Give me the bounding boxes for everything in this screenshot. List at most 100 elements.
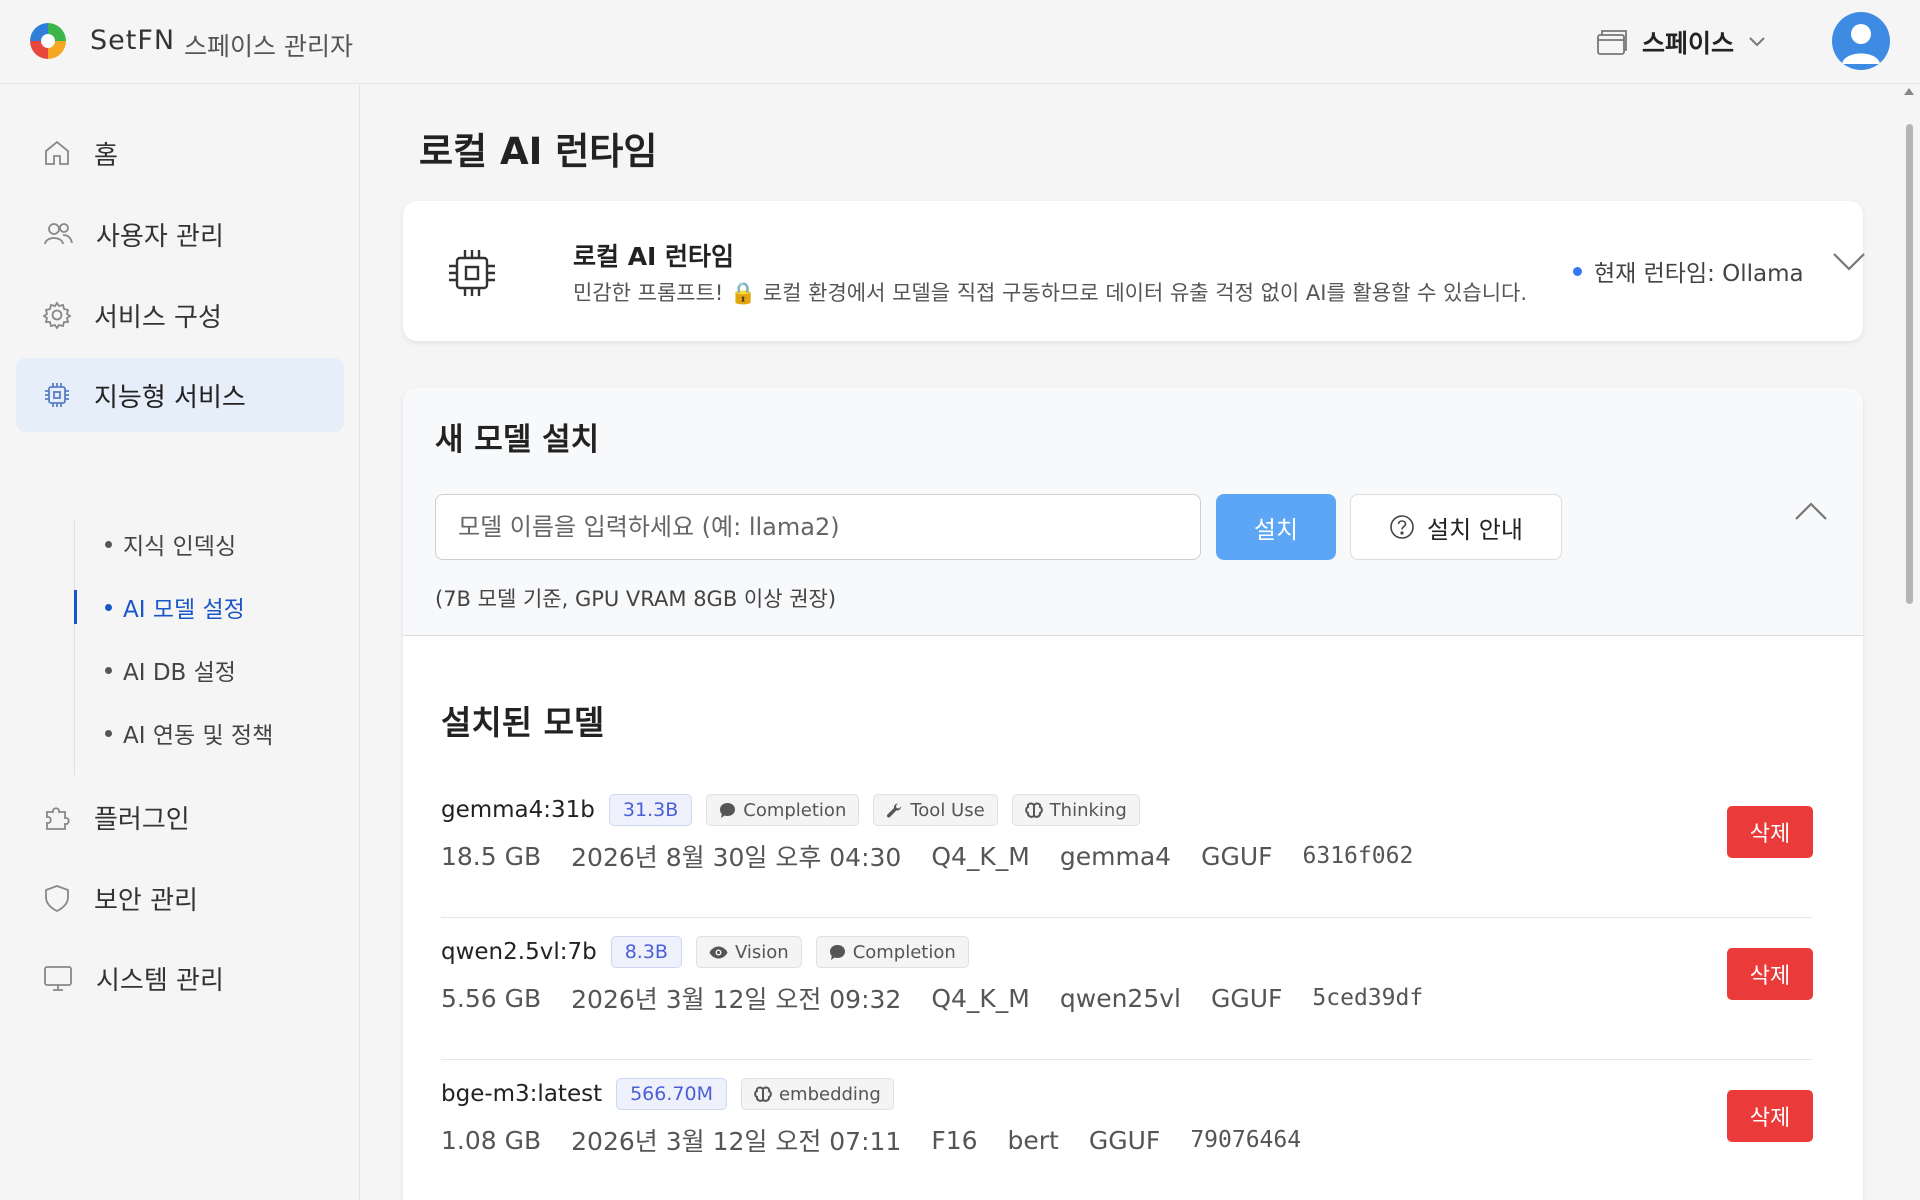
- submenu-item-ai-db-settings[interactable]: AI DB 설정: [75, 645, 335, 695]
- capability-badge: Tool Use: [873, 794, 998, 826]
- install-hint: (7B 모델 기준, GPU VRAM 8GB 이상 권장): [435, 587, 837, 611]
- capability-label: Completion: [743, 799, 847, 821]
- delete-model-button[interactable]: 삭제: [1727, 948, 1813, 1000]
- param-size-badge: 566.70M: [616, 1078, 727, 1110]
- param-size-badge: 31.3B: [608, 794, 693, 826]
- chip-icon: [45, 383, 69, 407]
- help-circle-icon: [1390, 515, 1414, 539]
- capability-badge: Thinking: [1011, 794, 1140, 826]
- install-section: 새 모델 설치 설치 설치 안내 (7B 모델 기준, GPU VRAM 8GB…: [403, 388, 1863, 636]
- model-digest: 5ced39df: [1312, 985, 1424, 1011]
- model-name-input[interactable]: [435, 494, 1201, 560]
- app-subtitle: 스페이스 관리자: [184, 32, 353, 61]
- submenu-item-ai-integration-policy[interactable]: AI 연동 및 정책: [75, 708, 335, 758]
- sidebar-item-label: 시스템 관리: [96, 965, 224, 996]
- sidebar-item-label: 홈: [94, 140, 118, 171]
- brand-name: SetFN: [90, 25, 176, 56]
- gear-icon: [42, 301, 72, 330]
- users-icon: [44, 223, 73, 245]
- model-format: GGUF: [1088, 1125, 1161, 1155]
- status-dot: [1573, 266, 1582, 276]
- param-size-badge: 8.3B: [610, 936, 682, 968]
- window-icon: [1597, 30, 1627, 55]
- install-button[interactable]: 설치: [1216, 494, 1336, 560]
- model-format: GGUF: [1210, 983, 1283, 1013]
- capability-label: Tool Use: [910, 799, 985, 821]
- scrollbar-thumb[interactable]: [1906, 124, 1913, 604]
- model-digest: 79076464: [1190, 1127, 1302, 1153]
- brain-icon: [754, 1086, 772, 1102]
- install-card: 새 모델 설치 설치 설치 안내 (7B 모델 기준, GPU VRAM 8GB…: [403, 388, 1863, 1200]
- scroll-up-arrow[interactable]: [1904, 88, 1914, 95]
- capability-badge: Completion: [815, 936, 969, 968]
- model-meta: 18.5 GB 2026년 8월 30일 오후 04:30 Q4_K_M gem…: [441, 838, 1413, 874]
- runtime-card: 로컬 AI 런타임 민감한 프롬프트! 🔒 로컬 환경에서 모델을 직접 구동하…: [403, 201, 1865, 341]
- model-format: GGUF: [1201, 841, 1273, 871]
- capability-label: Completion: [852, 941, 956, 963]
- chat-icon: [829, 944, 845, 960]
- sidebar-item-label: 플러그인: [94, 804, 190, 835]
- model-family: bert: [1007, 1125, 1059, 1155]
- submenu-item-label: AI 모델 설정: [123, 597, 245, 623]
- runtime-description: 민감한 프롬프트! 🔒 로컬 환경에서 모델을 직접 구동하므로 데이터 유출 …: [573, 281, 1528, 305]
- sidebar-item-users[interactable]: 사용자 관리: [16, 197, 344, 271]
- submenu-item-knowledge-indexing[interactable]: 지식 인덱싱: [75, 519, 335, 569]
- capability-label: embedding: [778, 1083, 881, 1105]
- sidebar-item-plugins[interactable]: 플러그인: [16, 780, 344, 854]
- model-name: bge-m3:latest: [441, 1081, 603, 1107]
- install-guide-label: 설치 안내: [1427, 515, 1523, 544]
- sidebar-item-system[interactable]: 시스템 관리: [16, 941, 344, 1015]
- capability-label: Vision: [734, 941, 789, 963]
- intelligent-services-submenu: 지식 인덱싱 AI 모델 설정 AI DB 설정 AI 연동 및 정책: [74, 519, 334, 775]
- capability-badge: Completion: [706, 794, 860, 826]
- chat-icon: [720, 802, 736, 818]
- model-quantization: F16: [931, 1125, 978, 1155]
- model-name: qwen2.5vl:7b: [441, 939, 597, 965]
- model-date: 2026년 8월 30일 오후 04:30: [571, 843, 902, 872]
- install-guide-button[interactable]: 설치 안내: [1350, 494, 1562, 560]
- submenu-item-label: AI 연동 및 정책: [123, 723, 274, 749]
- model-row: qwen2.5vl:7b 8.3B Vision Completion 5.56…: [441, 918, 1813, 1060]
- capability-label: Thinking: [1049, 799, 1127, 821]
- chevron-up-icon[interactable]: [1793, 500, 1829, 522]
- model-quantization: Q4_K_M: [931, 983, 1030, 1013]
- chip-icon: [449, 250, 495, 296]
- delete-model-button[interactable]: 삭제: [1727, 1090, 1813, 1142]
- model-name: gemma4:31b: [441, 797, 595, 823]
- user-avatar-icon[interactable]: [1832, 12, 1890, 70]
- sidebar-item-label: 서비스 구성: [94, 302, 222, 333]
- home-icon: [45, 140, 69, 165]
- capability-badge: Vision: [695, 936, 802, 968]
- model-digest: 6316f062: [1302, 843, 1414, 869]
- runtime-status: 현재 런타임: Ollama: [1573, 254, 1804, 288]
- runtime-title: 로컬 AI 런타임: [573, 242, 735, 271]
- model-meta: 5.56 GB 2026년 3월 12일 오전 09:32 Q4_K_M qwe…: [441, 980, 1423, 1016]
- sidebar-item-services[interactable]: 서비스 구성: [16, 278, 344, 352]
- installed-models-title: 설치된 모델: [441, 703, 605, 742]
- chevron-down-icon[interactable]: [1831, 251, 1867, 273]
- main-content: 로컬 AI 런타임 로컬 AI 런타임 민감한 프롬프트! 🔒 로컬 환경에서 …: [361, 85, 1920, 1200]
- top-header: SetFN 스페이스 관리자 스페이스: [0, 0, 1920, 84]
- wrench-icon: [887, 803, 902, 818]
- sidebar: 홈 사용자 관리 서비스 구성 지능형 서비스 지식 인덱싱 AI 모델 설정 …: [0, 85, 360, 1200]
- sidebar-item-intelligent-services[interactable]: 지능형 서비스: [16, 358, 344, 432]
- eye-icon: [709, 946, 728, 958]
- model-size: 1.08 GB: [441, 1125, 542, 1155]
- space-switcher[interactable]: 스페이스: [1596, 22, 1766, 62]
- logo-icon[interactable]: [28, 21, 68, 61]
- delete-model-button[interactable]: 삭제: [1727, 806, 1813, 858]
- sidebar-item-label: 지능형 서비스: [94, 382, 246, 413]
- model-quantization: Q4_K_M: [931, 841, 1030, 871]
- brain-icon: [1024, 802, 1043, 818]
- capability-badge: embedding: [740, 1078, 894, 1110]
- sidebar-item-security[interactable]: 보안 관리: [16, 861, 344, 935]
- submenu-item-ai-model-settings[interactable]: AI 모델 설정: [74, 582, 335, 632]
- model-family: gemma4: [1059, 841, 1172, 871]
- space-label: 스페이스: [1642, 29, 1735, 58]
- submenu-item-label: AI DB 설정: [123, 660, 236, 686]
- model-size: 5.56 GB: [441, 983, 542, 1013]
- submenu-item-label: 지식 인덱싱: [123, 534, 237, 560]
- shield-icon: [45, 885, 69, 913]
- sidebar-item-label: 보안 관리: [94, 885, 198, 916]
- sidebar-item-home[interactable]: 홈: [16, 116, 344, 190]
